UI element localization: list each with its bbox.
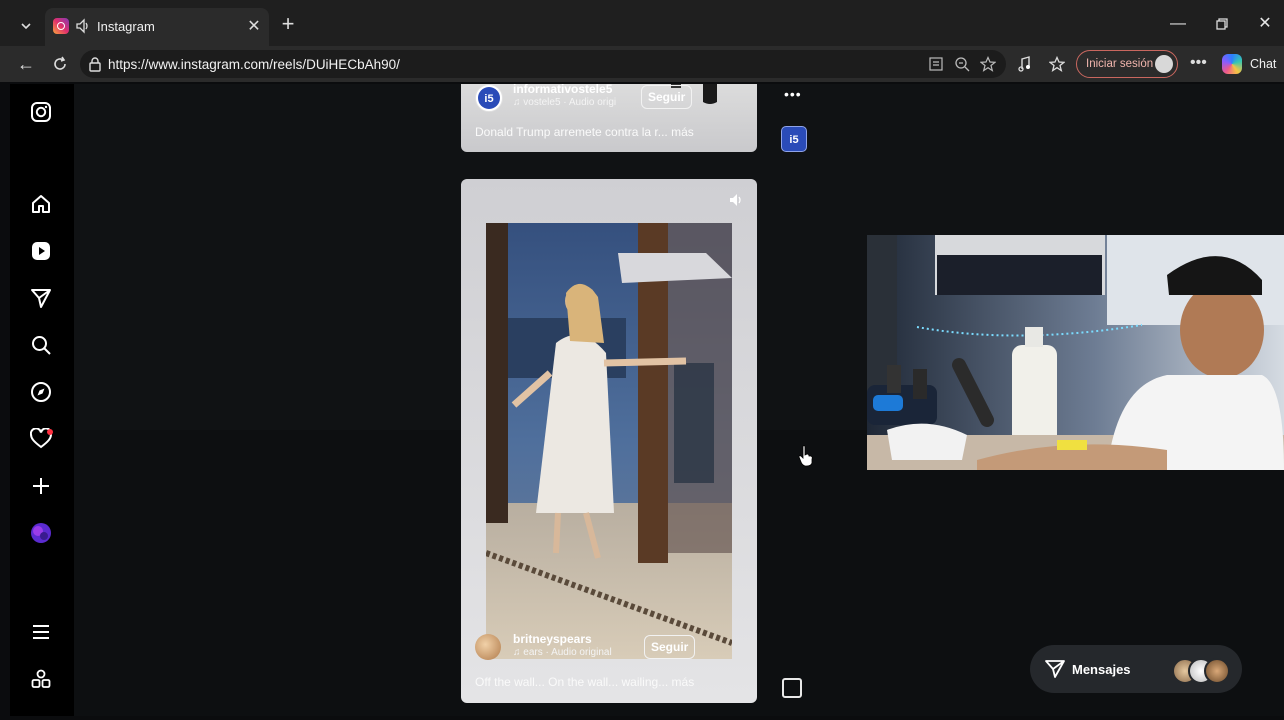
media-control-icon[interactable]: [1015, 54, 1035, 74]
reel-username[interactable]: informativostele5: [513, 84, 612, 96]
messages-label: Mensajes: [1072, 662, 1131, 677]
informativos-tele5-avatar[interactable]: i5: [475, 84, 503, 112]
audio-source-icon[interactable]: i5: [781, 126, 807, 152]
mute-speaker-icon[interactable]: [729, 193, 745, 207]
reel-caption[interactable]: Off the wall... On the wall... wailing..…: [475, 675, 694, 689]
reel-audio-text: vostele5 · Audio origi: [523, 97, 617, 108]
reader-view-icon[interactable]: [928, 56, 944, 72]
chat-button-label[interactable]: Chat: [1250, 57, 1276, 71]
tab-title: Instagram: [97, 19, 155, 34]
also-from-meta-icon[interactable]: [30, 668, 54, 692]
close-window-icon[interactable]: ✕: [1255, 14, 1275, 34]
reload-icon[interactable]: [50, 54, 70, 74]
reel-audio-text: ears · Audio original: [523, 647, 612, 658]
new-tab-plus-icon[interactable]: +: [278, 13, 298, 35]
favorites-icon[interactable]: [1047, 54, 1067, 74]
svg-text:i5: i5: [484, 93, 493, 105]
url-text[interactable]: https://www.instagram.com/reels/DUiHECbA…: [108, 57, 400, 72]
menu-hamburger-icon[interactable]: [30, 621, 54, 645]
follow-button[interactable]: Seguir: [641, 85, 693, 109]
lock-icon[interactable]: [88, 56, 104, 72]
instagram-sidebar: [10, 84, 74, 716]
reel-video[interactable]: [486, 223, 732, 659]
reel-username[interactable]: britneyspears: [513, 632, 592, 646]
url-field[interactable]: https://www.instagram.com/reels/DUiHECbA…: [80, 50, 1006, 78]
reel-card[interactable]: i5 informativostele5 ♫ vostele5 · Audio …: [461, 84, 757, 152]
create-plus-icon[interactable]: [30, 475, 54, 499]
reel-options-icon[interactable]: •••: [784, 86, 802, 102]
more-menu-icon[interactable]: •••: [1190, 54, 1207, 72]
zoom-out-icon[interactable]: [954, 56, 970, 72]
copilot-icon[interactable]: [1222, 54, 1242, 74]
hand-cursor-icon: [798, 445, 814, 467]
reel-audio-label[interactable]: ♫ ears · Audio original: [513, 647, 612, 658]
explore-compass-icon[interactable]: [30, 381, 54, 405]
speaker-icon[interactable]: [75, 18, 91, 34]
webcam-overlay: [867, 235, 1284, 470]
restore-icon[interactable]: [1212, 14, 1232, 34]
reel-card[interactable]: britneyspears ♫ ears · Audio original Se…: [461, 179, 757, 703]
reels-icon[interactable]: [30, 240, 54, 264]
message-avatar: [1204, 658, 1230, 684]
home-icon[interactable]: [30, 193, 54, 217]
browser-tab-bar: Instagram ✕ + — ✕: [0, 0, 1284, 46]
sign-in-button[interactable]: Iniciar sesión: [1076, 50, 1178, 78]
direct-messages-icon[interactable]: [30, 287, 54, 311]
profile-avatar-icon: [1155, 55, 1173, 73]
direct-send-icon: [1045, 660, 1065, 678]
reel-audio-label[interactable]: ♫ vostele5 · Audio origi: [513, 97, 616, 108]
active-tab[interactable]: Instagram ✕: [45, 8, 269, 46]
back-arrow-icon[interactable]: ←: [16, 54, 36, 74]
favorite-star-icon[interactable]: [979, 56, 997, 72]
profile-avatar[interactable]: [30, 522, 54, 546]
reel-square-icon[interactable]: [782, 678, 802, 698]
minimize-icon[interactable]: —: [1168, 14, 1188, 34]
reel-caption[interactable]: Donald Trump arremete contra la r... más: [475, 125, 694, 139]
tab-list-chevron-icon[interactable]: [12, 12, 40, 40]
instagram-favicon-icon: [53, 18, 69, 34]
search-icon[interactable]: [30, 334, 54, 358]
svg-text:i5: i5: [789, 134, 798, 146]
instagram-logo-icon[interactable]: [30, 101, 54, 125]
britneyspears-avatar[interactable]: [475, 634, 501, 660]
messages-button[interactable]: Mensajes: [1030, 645, 1242, 693]
sign-in-label: Iniciar sesión: [1086, 58, 1154, 70]
address-toolbar: ← https://www.instagram.com/reels/DUiHEC…: [0, 46, 1284, 82]
notifications-heart-icon[interactable]: [29, 427, 54, 452]
close-tab-icon[interactable]: ✕: [245, 18, 263, 36]
follow-button[interactable]: Seguir: [644, 635, 696, 659]
